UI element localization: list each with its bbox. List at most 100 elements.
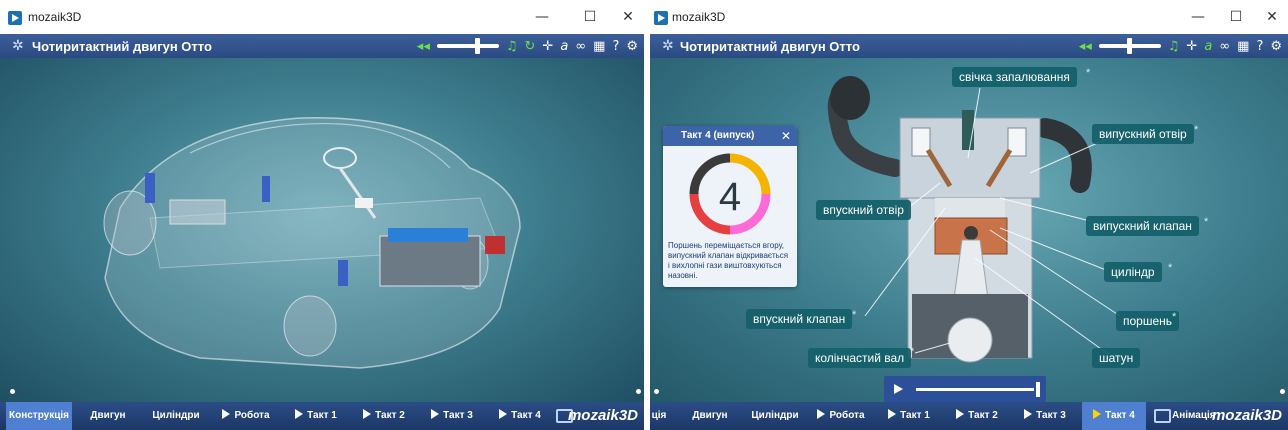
tab-engine[interactable]: Двигун [78, 402, 138, 430]
label-exhaust-port[interactable]: випускний отвір [1092, 124, 1194, 144]
intake-pipe-end [830, 76, 870, 120]
asterisk-icon: * [1168, 262, 1173, 274]
stroke-number: 4 [719, 175, 741, 219]
text-icon[interactable]: a [1204, 39, 1212, 54]
tab-engine[interactable]: Двигун [682, 402, 738, 430]
asterisk-icon: * [1204, 216, 1209, 228]
tab-stroke-4[interactable]: Такт 4 [488, 402, 552, 430]
tab-cylinders[interactable]: Циліндри [144, 402, 208, 430]
title-bar: mozaik3D — ☐ ✕ [650, 0, 1288, 34]
tab-label: Робота [829, 410, 865, 421]
rotate-icon[interactable]: ↻ [525, 39, 536, 54]
label-intake-valve[interactable]: впускний клапан [746, 309, 853, 329]
maximize-button[interactable]: ☐ [1224, 6, 1248, 28]
animation-progress-knob[interactable] [1036, 382, 1040, 397]
tab-label: Такт 2 [375, 410, 405, 421]
minimize-button[interactable]: — [1186, 6, 1210, 28]
tab-stroke-3[interactable]: Такт 3 [1014, 402, 1076, 430]
volume-slider-knob[interactable] [1126, 38, 1132, 54]
maximize-button[interactable]: ☐ [578, 6, 602, 28]
nav-dot-left[interactable] [654, 389, 659, 394]
tab-cylinders[interactable]: Циліндри [744, 402, 806, 430]
grid-icon[interactable]: ▦ [593, 39, 605, 54]
animation-tv-icon[interactable] [1154, 409, 1171, 423]
rear-spring [145, 173, 155, 203]
tab-stroke-3[interactable]: Такт 3 [420, 402, 484, 430]
close-button[interactable]: ✕ [616, 6, 640, 28]
tab-label: Двигун [692, 410, 728, 421]
page-title: Чотиритактний двигун Отто [680, 39, 860, 54]
tab-operation[interactable]: Робота [810, 402, 872, 430]
panel-title: Такт 4 (випуск) [681, 130, 755, 141]
stroke-cycle-diagram: 4 [689, 153, 771, 235]
stroke-info-panel: Такт 4 (випуск) ✕ 4 Поршень переміщаєтьс… [663, 126, 797, 287]
label-connecting-rod[interactable]: шатун [1092, 348, 1141, 368]
brand-logo: mozaik3D [1211, 407, 1282, 424]
label-crankshaft[interactable]: колінчастий вал [808, 348, 912, 368]
gear-icon[interactable]: ⚙ [626, 39, 638, 54]
volume-slider[interactable] [436, 38, 499, 54]
label-spark-plug[interactable]: свічка запалювання [952, 67, 1077, 87]
help-icon[interactable]: ? [1256, 39, 1263, 54]
music-icon[interactable]: ♫ [1168, 39, 1180, 54]
tab-construction-partial[interactable]: ція [650, 402, 670, 430]
volume-slider[interactable] [1098, 38, 1161, 54]
animation-playbar [884, 376, 1046, 402]
tab-stroke-1[interactable]: Такт 1 [878, 402, 940, 430]
asterisk-icon: * [852, 309, 857, 321]
label-intake-port[interactable]: впускний отвір [816, 200, 911, 220]
tab-label: Циліндри [751, 410, 799, 421]
play-icon [295, 409, 304, 419]
link-icon[interactable]: ∞ [575, 39, 586, 54]
nav-dot-right[interactable] [636, 389, 641, 394]
asterisk-icon: * [1172, 311, 1177, 323]
tab-label: Робота [234, 410, 270, 421]
nav-dot-left[interactable] [10, 389, 15, 394]
speaker-icon[interactable]: ◂◂ [1079, 39, 1092, 54]
3d-viewport[interactable] [0, 58, 644, 402]
play-icon [956, 409, 965, 419]
play-icon [222, 409, 231, 419]
tab-operation[interactable]: Робота [214, 402, 278, 430]
mozaik-gear-icon: ✲ [662, 38, 674, 54]
tab-label: Анімація [1172, 410, 1216, 421]
panel-description: Поршень переміщається вгору, випускний к… [668, 241, 789, 280]
play-icon[interactable] [894, 384, 903, 394]
tab-construction[interactable]: Конструкція [6, 402, 72, 430]
air-filter [485, 236, 505, 254]
tab-label: Такт 1 [900, 410, 930, 421]
tab-label: Циліндри [152, 410, 200, 421]
tab-stroke-2[interactable]: Такт 2 [352, 402, 416, 430]
move-icon[interactable]: ✛ [1186, 39, 1197, 54]
text-icon[interactable]: a [560, 39, 568, 54]
gear-icon[interactable]: ⚙ [1270, 39, 1282, 54]
help-icon[interactable]: ? [612, 39, 619, 54]
tab-animation[interactable]: Анімація [1172, 402, 1216, 430]
tab-label: Двигун [90, 410, 126, 421]
move-icon[interactable]: ✛ [542, 39, 553, 54]
tab-bar: Конструкція Двигун Циліндри Робота Такт … [0, 402, 644, 430]
music-icon[interactable]: ♫ [506, 39, 518, 54]
tab-stroke-2[interactable]: Такт 2 [946, 402, 1008, 430]
link-icon[interactable]: ∞ [1219, 39, 1230, 54]
minimize-button[interactable]: — [530, 6, 554, 28]
tab-label: Такт 4 [511, 410, 541, 421]
fuel-tank [169, 199, 226, 225]
volume-slider-knob[interactable] [474, 38, 480, 54]
tab-stroke-4[interactable]: Такт 4 [1082, 402, 1146, 430]
label-piston[interactable]: поршень [1116, 311, 1180, 331]
nav-dot-right[interactable] [1280, 389, 1285, 394]
window-title: mozaik3D [672, 10, 726, 24]
label-exhaust-valve[interactable]: випускний клапан [1086, 216, 1199, 236]
grid-icon[interactable]: ▦ [1237, 39, 1249, 54]
engine-block [379, 235, 481, 287]
tab-stroke-1[interactable]: Такт 1 [284, 402, 348, 430]
tab-bar: ція Двигун Циліндри Робота Такт 1 Такт 2… [650, 402, 1288, 430]
crankshaft [947, 317, 993, 363]
speaker-icon[interactable]: ◂◂ [417, 39, 430, 54]
3d-viewport[interactable]: Такт 4 (випуск) ✕ 4 Поршень переміщаєтьс… [650, 58, 1288, 402]
animation-progress-track[interactable] [916, 388, 1034, 391]
close-icon[interactable]: ✕ [781, 126, 791, 146]
close-button[interactable]: ✕ [1260, 6, 1284, 28]
label-cylinder[interactable]: циліндр [1104, 262, 1162, 282]
